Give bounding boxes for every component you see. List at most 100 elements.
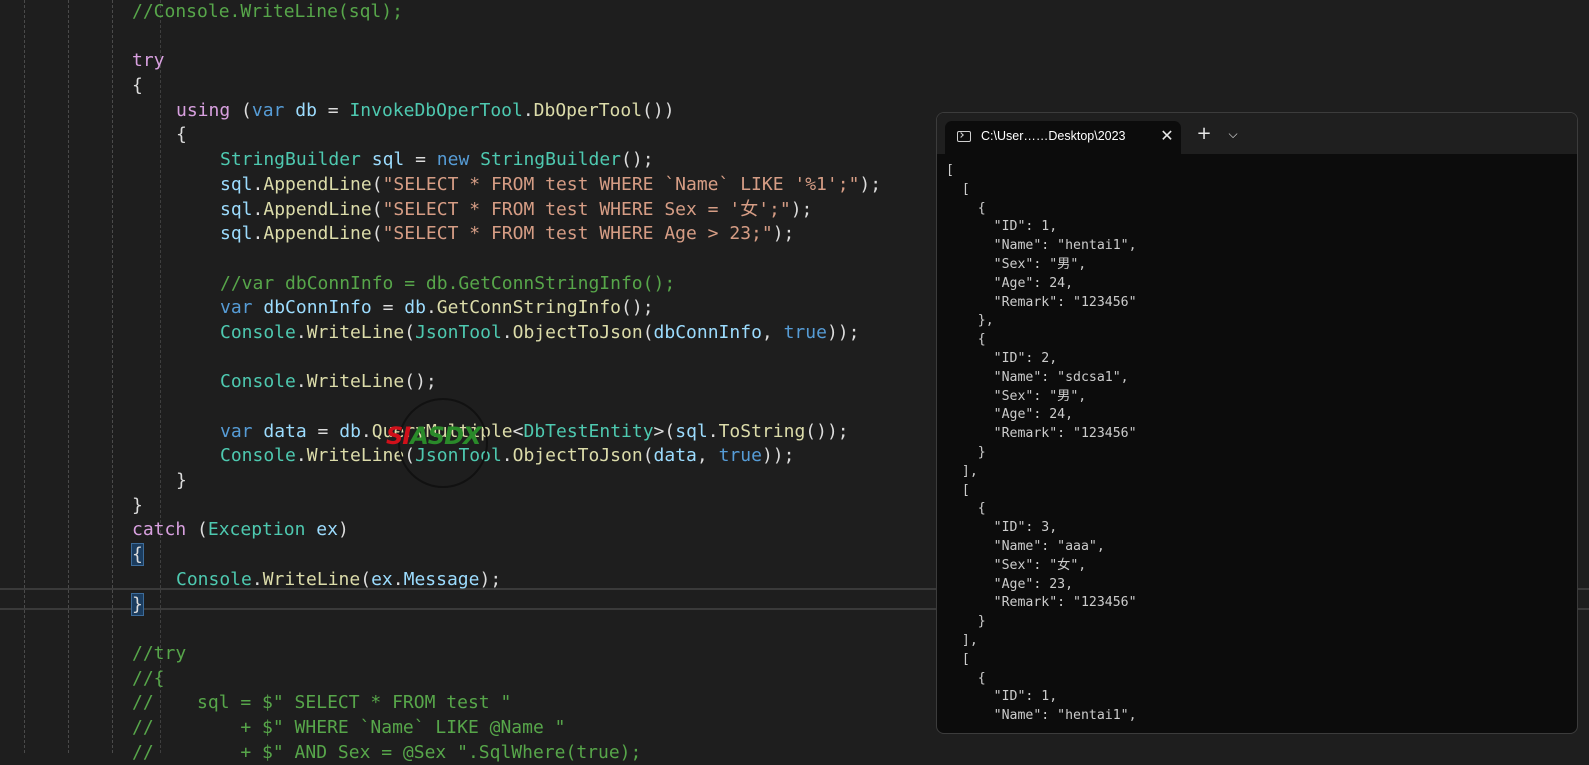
code-line: sql.AppendLine("SELECT * FROM test WHERE… [0,173,881,198]
code-token: . [252,223,264,245]
terminal-line: "Remark": "123456" [946,426,1137,442]
code-token: StringBuilder [220,149,361,171]
code-token: . [295,445,307,467]
code-token: } [176,470,187,492]
terminal-line: ], [946,632,978,648]
code-token: new [436,149,470,171]
terminal-line: "Name": "hentai1", [946,238,1137,254]
matched-brace: } [131,592,144,616]
terminal-line: }, [946,313,994,329]
code-token: ()); [805,420,849,442]
code-line: //{ [0,667,881,692]
terminal-line: { [946,501,986,517]
terminal-line: "Age": 24, [946,275,1074,291]
code-token: //{ [132,667,165,689]
code-token: . [295,371,307,393]
code-token: var [251,99,285,121]
terminal-line: "Remark": "123456" [946,595,1137,611]
terminal-line: ], [946,463,978,479]
terminal-line: "Sex": "男", [946,388,1087,404]
code-token: sql [371,149,405,171]
code-token: ObjectToJson [512,445,643,467]
terminal-line: [ [946,651,970,667]
code-line: //Console.WriteLine(sql); [0,0,881,25]
code-token: data [263,420,307,442]
code-line: //try [0,642,881,667]
code-token: ); [859,173,882,195]
code-token: InvokeDbOperTool [349,99,523,121]
code-line: } [0,592,881,618]
code-token: . [707,420,719,442]
terminal-line: } [946,614,986,630]
code-token: AppendLine [263,173,372,195]
code-token: . [360,420,372,442]
code-token: data [653,445,697,467]
terminal-tab[interactable]: C:\User……Desktop\2023 ✕ [945,121,1181,154]
terminal-line: "Age": 23, [946,576,1074,592]
code-line: sql.AppendLine("SELECT * FROM test WHERE… [0,198,881,223]
code-token: catch [132,519,187,541]
code-token: . [501,445,513,467]
code-line: } [0,494,881,519]
code-line: try [0,49,881,74]
code-token: dbConnInfo [263,297,372,319]
code-token: ( [404,321,416,343]
code-token: sql [220,223,253,245]
terminal-line: } [946,444,986,460]
code-token: , [696,445,719,467]
code-token: DbOperTool [533,99,643,121]
code-token: WriteLine [262,568,361,590]
code-token: StringBuilder [480,149,622,171]
code-token: true [783,321,827,343]
code-token: , [761,321,784,343]
code-token: Message [403,568,480,590]
close-icon[interactable]: ✕ [1157,125,1177,147]
terminal-titlebar[interactable]: C:\User……Desktop\2023 ✕ + ⌵ [937,113,1577,154]
chevron-down-icon[interactable]: ⌵ [1223,123,1243,145]
terminal-line: "ID": 2, [946,350,1058,366]
code-token: "SELECT * FROM test WHERE Age > 23;" [382,223,773,245]
code-line: Console.WriteLine(JsonTool.ObjectToJson(… [0,321,881,346]
code-token: (); [404,371,437,393]
new-tab-button[interactable]: + [1194,123,1214,145]
terminal-line: "ID": 3, [946,520,1058,536]
code-token: ( [371,198,383,220]
code-token: ( [642,445,654,467]
terminal-line: "ID": 1, [946,219,1058,235]
code-token: ()) [642,99,675,121]
code-text[interactable]: //Console.WriteLine(sql); try { using (var … [0,0,881,765]
code-token: sql [220,198,253,220]
code-token: GetConnStringInfo [436,297,622,319]
code-token: . [392,568,404,590]
code-line: { [0,543,881,568]
code-token: Exception [207,519,306,541]
terminal-window[interactable]: C:\User……Desktop\2023 ✕ + ⌵ [ [ { "ID": … [936,112,1578,734]
code-token: sql [220,173,253,195]
code-token: ex [316,519,338,541]
code-token: (); [621,149,654,171]
code-token: . [501,321,513,343]
code-token: ( [642,321,654,343]
code-token: sql [675,420,708,442]
terminal-line: "Age": 24, [946,407,1074,423]
code-token: ToString [718,420,806,442]
code-token: ); [790,198,813,220]
code-line: // sql = $" SELECT * FROM test " [0,691,881,716]
code-token: )); [826,321,860,343]
code-token: JsonTool [415,321,502,343]
code-line: StringBuilder sql = new StringBuilder(); [0,148,881,173]
code-token: Console [220,321,296,343]
code-line: using (var db = InvokeDbOperTool.DbOperT… [0,99,881,124]
terminal-output[interactable]: [ [ { "ID": 1, "Name": "hentai1", "Sex":… [946,162,1137,726]
terminal-icon [957,131,971,142]
code-token: Console [176,568,252,590]
code-token: )); [761,445,795,467]
terminal-line: "Sex": "女", [946,557,1087,573]
